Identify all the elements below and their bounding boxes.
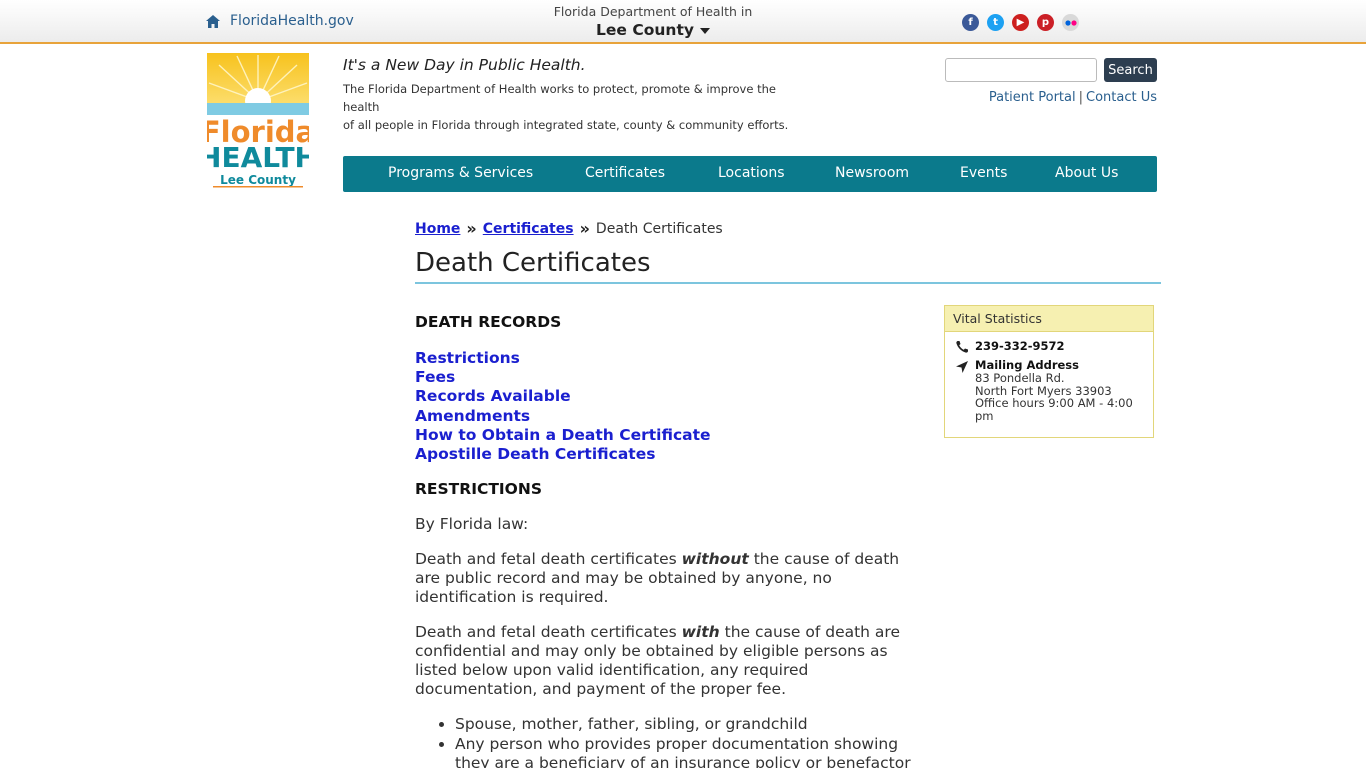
- address-row: Mailing Address 83 Pondella Rd. North Fo…: [955, 359, 1133, 423]
- caret-down-icon: [699, 27, 710, 34]
- logo-health-text: HEALTH: [207, 141, 309, 174]
- location-arrow-icon: [956, 361, 968, 373]
- patient-portal-link[interactable]: Patient Portal: [989, 90, 1076, 105]
- nav-events[interactable]: Events: [960, 165, 1007, 181]
- contact-us-link[interactable]: Contact Us: [1086, 90, 1157, 105]
- phone-number[interactable]: 239-332-9572: [975, 339, 1065, 354]
- youtube-icon[interactable]: ▶: [1012, 14, 1029, 31]
- nav-locations[interactable]: Locations: [718, 165, 785, 181]
- hours-line-2: pm: [975, 409, 994, 424]
- breadcrumb-certificates[interactable]: Certificates: [483, 221, 574, 237]
- utility-separator: |: [1078, 90, 1083, 105]
- page-title: Death Certificates: [415, 248, 651, 278]
- mailing-address-label: Mailing Address: [975, 358, 1079, 372]
- eligible-persons-list: Spouse, mother, father, sibling, or gran…: [415, 715, 925, 768]
- home-link-label: FloridaHealth.gov: [230, 13, 354, 29]
- breadcrumb-separator-icon: »: [579, 219, 590, 238]
- phone-icon: [956, 341, 968, 353]
- social-links: f t ▶ p: [962, 14, 1079, 31]
- section-links: Restrictions Fees Records Available Amen…: [415, 349, 925, 464]
- mission-line-2: of all people in Florida through integra…: [343, 118, 789, 132]
- restrictions-heading: RESTRICTIONS: [415, 480, 542, 499]
- link-apostille[interactable]: Apostille Death Certificates: [415, 445, 925, 464]
- mission-line-1: The Florida Department of Health works t…: [343, 82, 776, 114]
- breadcrumb-separator-icon: »: [466, 219, 477, 238]
- p2-start: Death and fetal death certificates: [415, 623, 682, 642]
- link-records-available[interactable]: Records Available: [415, 387, 925, 406]
- breadcrumb: Home » Certificates » Death Certificates: [415, 219, 723, 238]
- address-line-1: 83 Pondella Rd.: [975, 370, 1065, 385]
- mission-statement: The Florida Department of Health works t…: [343, 80, 813, 134]
- link-how-to-obtain[interactable]: How to Obtain a Death Certificate: [415, 426, 925, 445]
- nav-programs-services[interactable]: Programs & Services: [388, 165, 533, 181]
- vital-statistics-box: Vital Statistics 239-332-9572 Mailing Ad…: [944, 305, 1154, 438]
- paragraph-without: Death and fetal death certificates witho…: [415, 550, 925, 607]
- link-fees[interactable]: Fees: [415, 368, 925, 387]
- main-content: DEATH RECORDS Restrictions Fees Records …: [415, 313, 925, 768]
- p1-emphasis: without: [681, 550, 749, 569]
- link-restrictions[interactable]: Restrictions: [415, 349, 925, 368]
- paragraph-with: Death and fetal death certificates with …: [415, 623, 925, 699]
- death-records-heading: DEATH RECORDS: [415, 313, 562, 331]
- hours-line-1: Office hours 9:00 AM - 4:00: [975, 396, 1133, 411]
- p1-start: Death and fetal death certificates: [415, 550, 682, 569]
- list-item: Any person who provides proper documenta…: [455, 735, 925, 768]
- pinterest-icon[interactable]: p: [1037, 14, 1054, 31]
- county-name-label: Lee County: [596, 21, 694, 39]
- address-text: Mailing Address 83 Pondella Rd. North Fo…: [975, 359, 1133, 423]
- home-icon: [206, 14, 220, 28]
- facebook-icon[interactable]: f: [962, 14, 979, 31]
- vital-statistics-heading: Vital Statistics: [945, 306, 1153, 332]
- florida-health-logo[interactable]: Florida HEALTH Lee County: [207, 53, 309, 188]
- flickr-icon[interactable]: [1062, 14, 1079, 31]
- county-name[interactable]: Lee County: [596, 21, 710, 40]
- search-input[interactable]: [945, 58, 1097, 82]
- county-selector[interactable]: Florida Department of Health in Lee Coun…: [533, 4, 773, 40]
- nav-about-us[interactable]: About Us: [1055, 165, 1118, 181]
- twitter-icon[interactable]: t: [987, 14, 1004, 31]
- top-bar: FloridaHealth.gov Florida Department of …: [0, 0, 1366, 44]
- utility-links: Patient Portal | Contact Us: [960, 90, 1157, 105]
- floridahealth-home-link[interactable]: FloridaHealth.gov: [205, 13, 354, 29]
- county-prefix: Florida Department of Health in: [553, 4, 753, 19]
- breadcrumb-current: Death Certificates: [595, 220, 723, 237]
- main-nav: Programs & Services Certificates Locatio…: [343, 156, 1157, 192]
- logo-county-text: Lee County: [220, 173, 296, 187]
- phone-row: 239-332-9572: [955, 339, 1065, 354]
- p2-emphasis: with: [681, 623, 720, 642]
- search-button[interactable]: Search: [1104, 58, 1157, 82]
- nav-certificates[interactable]: Certificates: [585, 165, 665, 181]
- breadcrumb-home[interactable]: Home: [415, 221, 460, 237]
- title-divider: [415, 282, 1161, 284]
- link-amendments[interactable]: Amendments: [415, 407, 925, 426]
- tagline: It's a New Day in Public Health.: [343, 56, 586, 74]
- nav-newsroom[interactable]: Newsroom: [835, 165, 909, 181]
- by-law-text: By Florida law:: [415, 515, 529, 534]
- list-item: Spouse, mother, father, sibling, or gran…: [455, 715, 925, 734]
